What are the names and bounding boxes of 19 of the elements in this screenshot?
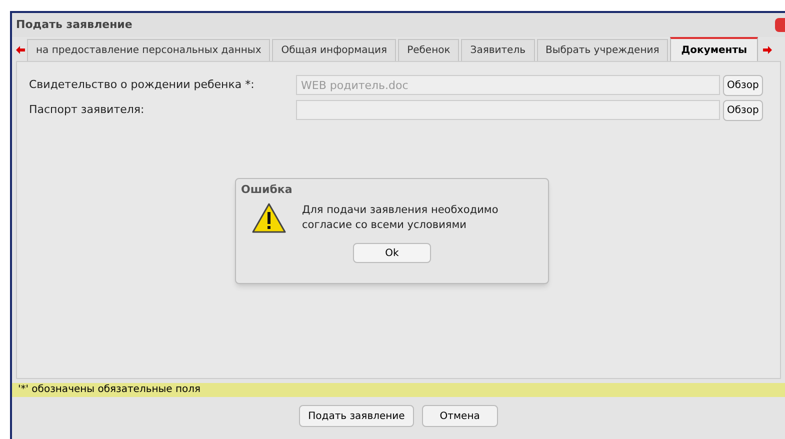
error-message: Для подачи заявления необходимо согласие со всеми условиями bbox=[302, 203, 500, 233]
warning-icon bbox=[252, 203, 286, 233]
tab[interactable]: Выбрать учреждения bbox=[536, 39, 668, 61]
file-path-field[interactable] bbox=[296, 100, 720, 120]
required-fields-note: '*' обозначены обязательные поля bbox=[12, 383, 785, 397]
submit-button[interactable]: Подать заявление bbox=[299, 405, 414, 427]
ok-button[interactable]: Ok bbox=[353, 243, 431, 263]
dialog-title: Ошибка bbox=[240, 182, 294, 198]
tab[interactable]: Общая информация bbox=[272, 39, 396, 61]
tab[interactable]: Заявитель bbox=[461, 39, 534, 61]
window-title: Подать заявление bbox=[16, 16, 132, 33]
field-label: Свидетельство о рождении ребенка *: bbox=[29, 76, 256, 93]
tab[interactable]: Документы bbox=[670, 37, 758, 61]
field-label: Паспорт заявителя: bbox=[29, 102, 146, 118]
tab[interactable]: Ребенок bbox=[398, 39, 460, 61]
tab[interactable]: на предоставление персональных данных bbox=[27, 39, 270, 61]
browse-button[interactable]: Обзор bbox=[723, 74, 763, 96]
browse-button[interactable]: Обзор bbox=[723, 100, 763, 120]
cancel-button[interactable]: Отмена bbox=[422, 405, 498, 427]
